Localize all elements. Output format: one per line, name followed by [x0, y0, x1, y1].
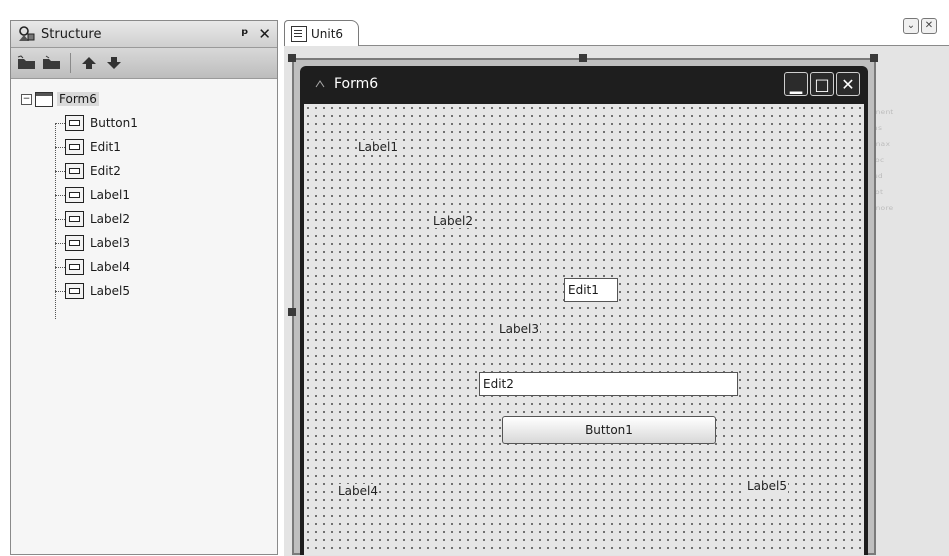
- component-icon: [65, 211, 84, 227]
- label3[interactable]: Label3: [498, 322, 541, 336]
- label5[interactable]: Label5: [746, 479, 789, 493]
- component-icon: [65, 163, 84, 179]
- tree-connector: [55, 123, 65, 124]
- tree-connector: [55, 147, 65, 148]
- background-ghost-text: ᵐᵉⁿᵗ ᵃˢ ᵐᵃˣ ˡᵒᶜ ᵘᵈ ˡᵒᵗ ᵐᵒʳᵉ: [873, 106, 943, 218]
- ghost-line: ˡᵒᵗ: [873, 187, 884, 201]
- close-panel-button[interactable]: ✕: [258, 26, 271, 42]
- tree-node-label: Label1: [90, 188, 131, 202]
- window-controls: ▁ □ ✕: [784, 72, 860, 96]
- structure-panel-title: Structure: [41, 26, 102, 42]
- tree-node-label: Label2: [90, 212, 131, 226]
- arrow-down-icon[interactable]: [104, 53, 124, 73]
- form-titlebar[interactable]: Form6: [300, 66, 868, 102]
- tree-node-label: Label5: [90, 284, 131, 298]
- ghost-line: ᵐᵃˣ: [873, 139, 891, 153]
- structure-panel: Structure ᵖ ✕ − Form6 Button1 Edit1 Edit…: [10, 20, 278, 555]
- tab-label: Unit6: [311, 26, 344, 41]
- structure-toolbar: [11, 48, 277, 79]
- tree-connector: [55, 243, 65, 244]
- pin-icon[interactable]: ᵖ: [241, 26, 248, 42]
- tree-node-label: Button1: [90, 116, 138, 130]
- form-icon: [35, 91, 53, 107]
- component-icon: [65, 187, 84, 203]
- ghost-line: ˡᵒᶜ: [873, 155, 885, 169]
- tab-list-dropdown-icon[interactable]: ⌄: [903, 18, 919, 34]
- ghost-line: ᵃˢ: [873, 123, 883, 137]
- resize-handle-top[interactable]: [579, 54, 587, 62]
- label1[interactable]: Label1: [357, 140, 400, 154]
- tree-node-label5[interactable]: Label5: [11, 279, 277, 303]
- maximize-button[interactable]: □: [810, 72, 834, 96]
- component-icon: [65, 259, 84, 275]
- form-title: Form6: [334, 76, 379, 92]
- tree-node-label3[interactable]: Label3: [11, 231, 277, 255]
- toolbar-separator: [70, 53, 71, 73]
- close-button[interactable]: ✕: [836, 72, 860, 96]
- tree-node-label: Edit1: [90, 140, 121, 154]
- tree-connector: [55, 195, 65, 196]
- tree-connector: [55, 171, 65, 172]
- tree-node-button1[interactable]: Button1: [11, 111, 277, 135]
- resize-handle-top-left[interactable]: [288, 54, 296, 62]
- tree-node-label: Label3: [90, 236, 131, 250]
- structure-icon: [19, 26, 35, 41]
- component-icon: [65, 235, 84, 251]
- form-window[interactable]: Form6 ▁ □ ✕ Label1 Label2 Edit1 Label3 E…: [300, 66, 868, 555]
- resize-handle-top-right[interactable]: [870, 54, 878, 62]
- label2[interactable]: Label2: [432, 214, 475, 228]
- tree-node-edit2[interactable]: Edit2: [11, 159, 277, 183]
- button1[interactable]: Button1: [502, 416, 716, 444]
- component-icon: [65, 283, 84, 299]
- tree-node-label4[interactable]: Label4: [11, 255, 277, 279]
- form-client-area[interactable]: Label1 Label2 Edit1 Label3 Edit2 Button1…: [304, 104, 864, 555]
- component-icon: [65, 139, 84, 155]
- close-tab-icon[interactable]: ✕: [921, 18, 937, 34]
- form-app-icon: [315, 80, 325, 88]
- arrow-up-icon[interactable]: [79, 53, 99, 73]
- ghost-line: ᵐᵉⁿᵗ: [873, 107, 894, 121]
- folder-icon[interactable]: [17, 53, 37, 73]
- collapse-icon[interactable]: −: [21, 93, 32, 105]
- folder-up-icon[interactable]: [42, 53, 62, 73]
- tree-connector: [55, 219, 65, 220]
- tree-node-label: Label4: [90, 260, 131, 274]
- tree-node-label2[interactable]: Label2: [11, 207, 277, 231]
- tree-node-edit1[interactable]: Edit1: [11, 135, 277, 159]
- label4[interactable]: Label4: [337, 484, 380, 498]
- edit1[interactable]: Edit1: [564, 278, 618, 302]
- ghost-line: ᵐᵒʳᵉ: [873, 203, 894, 217]
- unit-file-icon: [291, 25, 307, 42]
- component-icon: [65, 115, 84, 131]
- structure-panel-header: Structure ᵖ ✕: [11, 21, 277, 48]
- resize-handle-left[interactable]: [288, 308, 296, 316]
- tree-node-label: Edit2: [90, 164, 121, 178]
- structure-tree: − Form6 Button1 Edit1 Edit2 Label1 Label…: [11, 79, 277, 319]
- tree-connector: [55, 291, 65, 292]
- tree-node-label1[interactable]: Label1: [11, 183, 277, 207]
- minimize-button[interactable]: ▁: [784, 72, 808, 96]
- edit2[interactable]: Edit2: [479, 372, 738, 396]
- tree-node-form6[interactable]: − Form6: [11, 87, 277, 111]
- tree-node-label: Form6: [57, 92, 99, 106]
- tree-connector: [55, 267, 65, 268]
- ghost-line: ᵘᵈ: [873, 171, 883, 185]
- tab-unit6[interactable]: Unit6: [284, 20, 359, 46]
